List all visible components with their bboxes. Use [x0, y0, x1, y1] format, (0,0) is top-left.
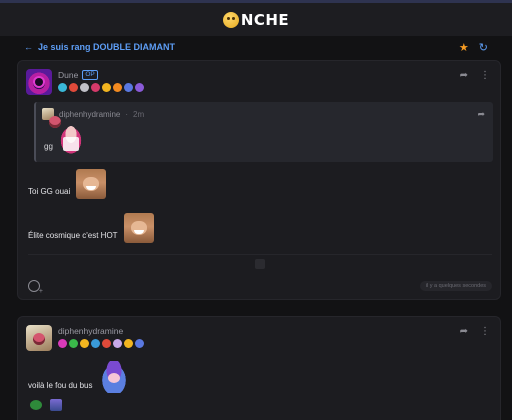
achievement-badge-icon[interactable]: [113, 83, 122, 92]
topic-title: Je suis rang DOUBLE DIAMANT: [38, 42, 176, 52]
star-icon[interactable]: ★: [459, 41, 469, 54]
badge-list: [58, 339, 144, 348]
post-header: diphenhydramine: [26, 325, 144, 351]
badge-list: [58, 83, 144, 92]
message-line: Toi GG ouai: [28, 169, 107, 199]
message-text: Toi GG ouai: [28, 187, 71, 196]
risitas-sticker: [123, 213, 154, 243]
message-text: voilà le fou du bus: [28, 381, 93, 390]
achievement-badge-icon[interactable]: [91, 83, 100, 92]
quote-header: diphenhydramine · 2m: [42, 108, 144, 120]
achievement-badge-icon[interactable]: [69, 83, 78, 92]
achievement-badge-icon[interactable]: [58, 83, 67, 92]
more-options-icon[interactable]: ⋮: [480, 71, 490, 81]
reaction-sticker-icon[interactable]: [50, 399, 62, 411]
quote-time: 2m: [133, 109, 145, 119]
message-line: voilà le fou du bus: [28, 361, 129, 393]
achievement-badge-icon[interactable]: [69, 339, 78, 348]
post-card: diphenhydramine ➦ ⋮ voilà le fou du bus: [17, 316, 501, 420]
achievement-badge-icon[interactable]: [58, 339, 67, 348]
refresh-icon[interactable]: ↻: [479, 41, 488, 54]
message-line: Élite cosmique c'est HOT: [28, 213, 154, 243]
author-name[interactable]: diphenhydramine: [58, 326, 123, 336]
achievement-badge-icon[interactable]: [102, 83, 111, 92]
post-header: Dune OP: [26, 69, 144, 95]
post-card: Dune OP ➦ ⋮ diphenhydramine · 2m ➦ gg To…: [17, 60, 501, 300]
achievement-badge-icon[interactable]: [102, 339, 111, 348]
achievement-badge-icon[interactable]: [124, 339, 133, 348]
achievement-badge-icon[interactable]: [91, 339, 100, 348]
message-text: Élite cosmique c'est HOT: [28, 231, 118, 240]
post-actions: ➦ ⋮: [460, 71, 490, 81]
achievement-badge-icon[interactable]: [135, 83, 144, 92]
author-name[interactable]: Dune: [58, 70, 78, 80]
logo-text: NCHE: [240, 10, 290, 29]
author-line: Dune OP: [58, 70, 144, 80]
avatar[interactable]: [26, 69, 52, 95]
more-options-icon[interactable]: ⋮: [480, 327, 490, 337]
reaction-row: [30, 399, 62, 411]
op-badge: OP: [82, 70, 98, 80]
back-to-topic-link[interactable]: ← Je suis rang DOUBLE DIAMANT: [24, 42, 175, 52]
risitas-sticker: [76, 169, 107, 199]
share-icon[interactable]: ➦: [477, 109, 485, 120]
quote-body: gg: [44, 124, 84, 154]
add-reaction-icon[interactable]: [28, 280, 43, 295]
author-block: diphenhydramine: [58, 325, 144, 351]
divider: [28, 254, 492, 255]
author-line: diphenhydramine: [58, 326, 144, 336]
quoted-message: diphenhydramine · 2m ➦ gg: [34, 102, 493, 162]
top-navigation-bar: NCHE: [0, 0, 512, 36]
reaction-sticker-icon[interactable]: [30, 400, 42, 410]
quote-text: gg: [44, 142, 53, 151]
faded-sticker-icon: [255, 259, 265, 269]
smiley-face-icon: [222, 11, 239, 28]
share-icon[interactable]: ➦: [460, 327, 468, 337]
quote-author[interactable]: diphenhydramine: [59, 110, 120, 119]
post-footer: il y a quelques secondes: [28, 280, 492, 295]
post-actions: ➦ ⋮: [460, 327, 490, 337]
site-logo[interactable]: NCHE: [222, 10, 290, 29]
quote-separator: ·: [125, 109, 129, 119]
achievement-badge-icon[interactable]: [80, 83, 89, 92]
arrow-left-icon: ←: [24, 42, 33, 52]
topic-bar: ← Je suis rang DOUBLE DIAMANT ★ ↻: [0, 36, 512, 58]
share-icon[interactable]: ➦: [460, 71, 468, 81]
quote-avatar[interactable]: [42, 108, 54, 120]
author-block: Dune OP: [58, 69, 144, 95]
achievement-badge-icon[interactable]: [135, 339, 144, 348]
achievement-badge-icon[interactable]: [113, 339, 122, 348]
topic-actions: ★ ↻: [459, 41, 488, 54]
achievement-badge-icon[interactable]: [80, 339, 89, 348]
avatar[interactable]: [26, 325, 52, 351]
anime-girl-sticker: [98, 361, 129, 393]
achievement-badge-icon[interactable]: [124, 83, 133, 92]
anime-girl-sticker: [57, 124, 84, 154]
post-timestamp: il y a quelques secondes: [419, 281, 492, 291]
